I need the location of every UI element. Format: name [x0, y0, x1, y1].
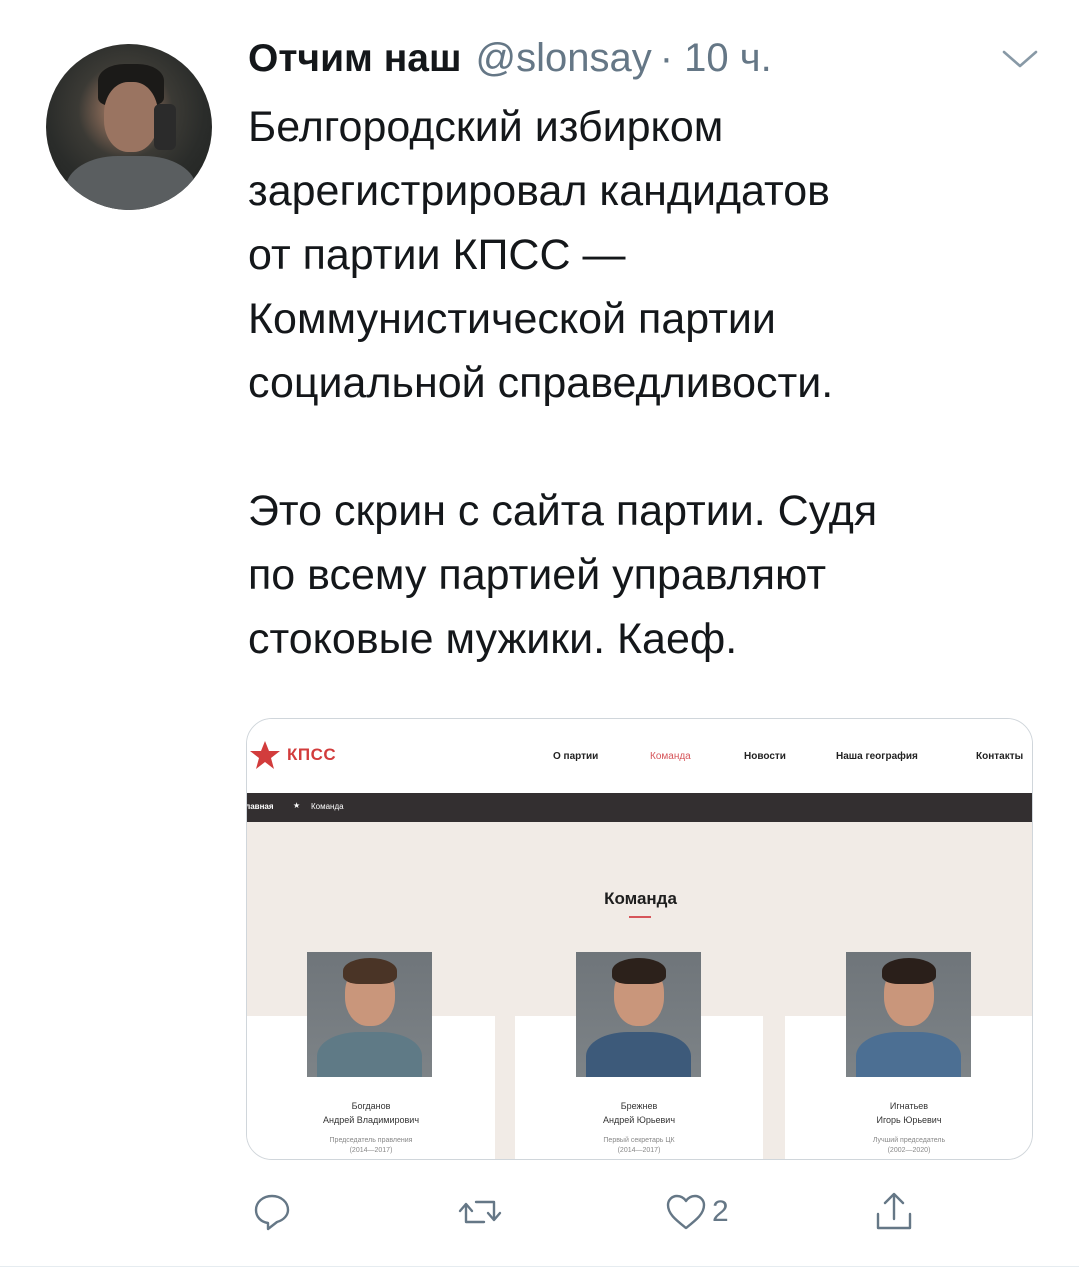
tweet-header: Отчим наш @slonsay · 10 ч.: [248, 36, 772, 86]
photo-shirt: [317, 1032, 422, 1077]
site-nav-geography: Наша география: [836, 751, 918, 762]
timestamp[interactable]: · 10 ч.: [660, 36, 772, 81]
red-star-icon: [250, 741, 280, 769]
member-role: Председатель правления: [329, 1137, 413, 1144]
reply-button[interactable]: [250, 1190, 294, 1234]
site-navbar: КПСС О партии Команда Новости Наша геогр…: [247, 719, 1032, 791]
reply-icon: [254, 1194, 290, 1231]
member-years: (2014—2017): [617, 1147, 661, 1154]
site-nav-about: О партии: [553, 751, 599, 762]
site-logo-text: КПСС: [287, 745, 337, 764]
share-icon: [876, 1192, 912, 1230]
member-name: Андрей Владимирович: [322, 1115, 420, 1125]
like-button[interactable]: 2: [664, 1190, 729, 1234]
site-nav-news: Новости: [744, 751, 786, 762]
tweet-text: Белгородский избирком зарегистрировал ка…: [248, 103, 878, 663]
tweet-actions: 2: [0, 1190, 1079, 1240]
photo-shirt: [586, 1032, 691, 1077]
member-surname: Богданов: [351, 1101, 391, 1111]
breadcrumb-team: Команда: [311, 802, 344, 811]
like-count: 2: [712, 1195, 729, 1228]
breadcrumb-separator: ★: [293, 801, 301, 810]
retweet-button[interactable]: [458, 1190, 502, 1234]
divider: [0, 1266, 1079, 1267]
member-photo: [846, 952, 971, 1077]
breadcrumb-home: Главная: [246, 802, 274, 811]
heart-icon: [666, 1194, 706, 1230]
member-years: (2014—2017): [349, 1147, 393, 1154]
site-nav-team: Команда: [650, 751, 691, 762]
share-button[interactable]: [872, 1190, 916, 1234]
chevron-down-icon[interactable]: [1000, 46, 1040, 72]
display-name[interactable]: Отчим наш: [248, 37, 462, 81]
photo-hair: [612, 958, 666, 984]
tweet-media-image[interactable]: КПСС О партии Команда Новости Наша геогр…: [246, 718, 1033, 1160]
member-role: Первый секретарь ЦК: [603, 1137, 675, 1144]
title-underline: [629, 916, 651, 918]
member-photo: [576, 952, 701, 1077]
avatar[interactable]: [46, 44, 212, 210]
member-surname: Игнатьев: [889, 1101, 929, 1111]
member-photo: [307, 952, 432, 1077]
retweet-icon: [458, 1200, 502, 1224]
photo-hair: [882, 958, 936, 984]
site-section-title: Команда: [604, 889, 677, 908]
site-nav-contacts: Контакты: [976, 751, 1024, 762]
site-breadcrumb: Главная ★ Команда: [246, 793, 1032, 822]
member-name: Андрей Юрьевич: [602, 1115, 676, 1125]
photo-hair: [343, 958, 397, 984]
photo-shirt: [856, 1032, 961, 1077]
member-name: Игорь Юрьевич: [876, 1115, 942, 1125]
avatar-phone: [154, 104, 176, 150]
avatar-shirt: [66, 156, 196, 210]
avatar-face: [104, 82, 158, 152]
handle[interactable]: @slonsay: [476, 36, 652, 81]
member-role: Лучший председатель: [872, 1137, 946, 1144]
member-years: (2002—2020): [887, 1147, 931, 1154]
member-surname: Брежнев: [620, 1101, 658, 1111]
